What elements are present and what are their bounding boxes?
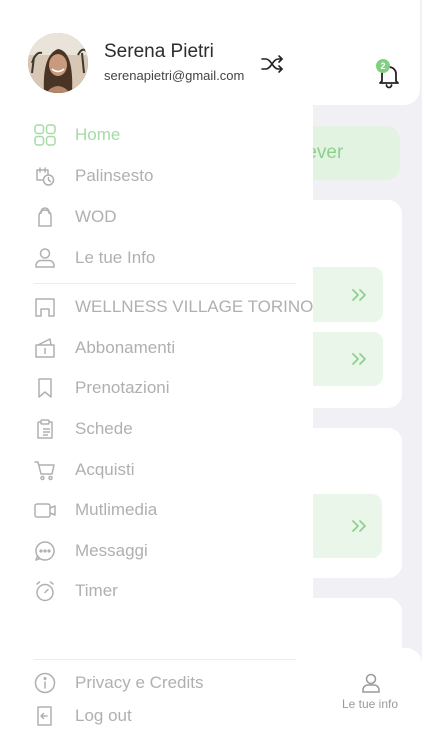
menu-item-label: Prenotazioni	[75, 378, 170, 397]
schedule-icon	[34, 165, 56, 187]
menu-item-timer[interactable]: Timer	[0, 573, 313, 609]
menu-item-le-tue-info[interactable]: Le tue Info	[0, 240, 313, 276]
cart-icon	[34, 459, 56, 481]
notification-badge: 2	[376, 59, 390, 73]
divider	[34, 283, 296, 284]
menu-item-palinsesto[interactable]: Palinsesto	[0, 158, 313, 194]
menu-item-prenotazioni[interactable]: Prenotazioni	[0, 370, 313, 406]
user-icon	[34, 247, 56, 269]
menu-item-acquisti[interactable]: Acquisti	[0, 452, 313, 488]
clipboard-icon	[34, 418, 56, 440]
menu-item-label: Home	[75, 125, 121, 144]
video-icon	[34, 499, 56, 521]
menu-item-label: WELLNESS VILLAGE TORINO	[75, 297, 314, 316]
menu-item-label: WOD	[75, 207, 117, 226]
double-chevron-right-icon	[351, 288, 369, 302]
navigation-drawer: Serena Pietri serenapietri@gmail.com Hom…	[0, 0, 313, 750]
menu-item-label: Acquisti	[75, 460, 135, 479]
info-icon	[34, 672, 56, 694]
menu-item-abbonamenti[interactable]: Abbonamenti	[0, 330, 313, 366]
menu-item-label: Schede	[75, 419, 133, 438]
menu-item-label: Messaggi	[75, 541, 148, 560]
menu-item-wod[interactable]: WOD	[0, 199, 313, 235]
menu-item-multimedia[interactable]: Mutlimedia	[0, 492, 313, 528]
logout-icon	[34, 705, 56, 727]
chat-icon	[34, 540, 56, 562]
user-name: Serena Pietri	[104, 41, 214, 62]
menu-item-label: Le tue Info	[75, 248, 156, 267]
divider	[34, 659, 296, 660]
menu-item-home[interactable]: Home	[0, 117, 313, 153]
double-chevron-right-icon	[351, 519, 369, 533]
user-email: serenapietri@gmail.com	[104, 68, 245, 83]
menu-item-logout[interactable]: Log out	[0, 698, 313, 734]
menu-item-schede[interactable]: Schede	[0, 411, 313, 447]
highlight-pill[interactable]: rever	[300, 126, 400, 180]
avatar[interactable]	[28, 33, 88, 93]
menu-item-messaggi[interactable]: Messaggi	[0, 533, 313, 569]
menu-item-gym[interactable]: WELLNESS VILLAGE TORINO	[0, 289, 313, 325]
kettlebell-icon	[34, 206, 56, 228]
grid-icon	[34, 124, 56, 146]
bookmark-icon	[34, 377, 56, 399]
menu-item-label: Log out	[75, 706, 132, 725]
menu-item-label: Privacy e Credits	[75, 673, 204, 692]
menu-item-label: Timer	[75, 581, 118, 600]
double-chevron-right-icon	[351, 352, 369, 366]
subscription-icon	[34, 337, 56, 359]
menu-item-privacy[interactable]: Privacy e Credits	[0, 665, 313, 701]
user-icon[interactable]	[360, 672, 382, 694]
gym-icon	[34, 296, 56, 318]
menu-item-label: Mutlimedia	[75, 500, 158, 519]
menu-item-label: Palinsesto	[75, 166, 154, 185]
timer-icon	[34, 580, 56, 602]
tab-le-tue-info[interactable]: Le tue info	[322, 697, 418, 711]
shuffle-icon[interactable]	[260, 52, 284, 76]
menu-item-label: Abbonamenti	[75, 338, 176, 357]
